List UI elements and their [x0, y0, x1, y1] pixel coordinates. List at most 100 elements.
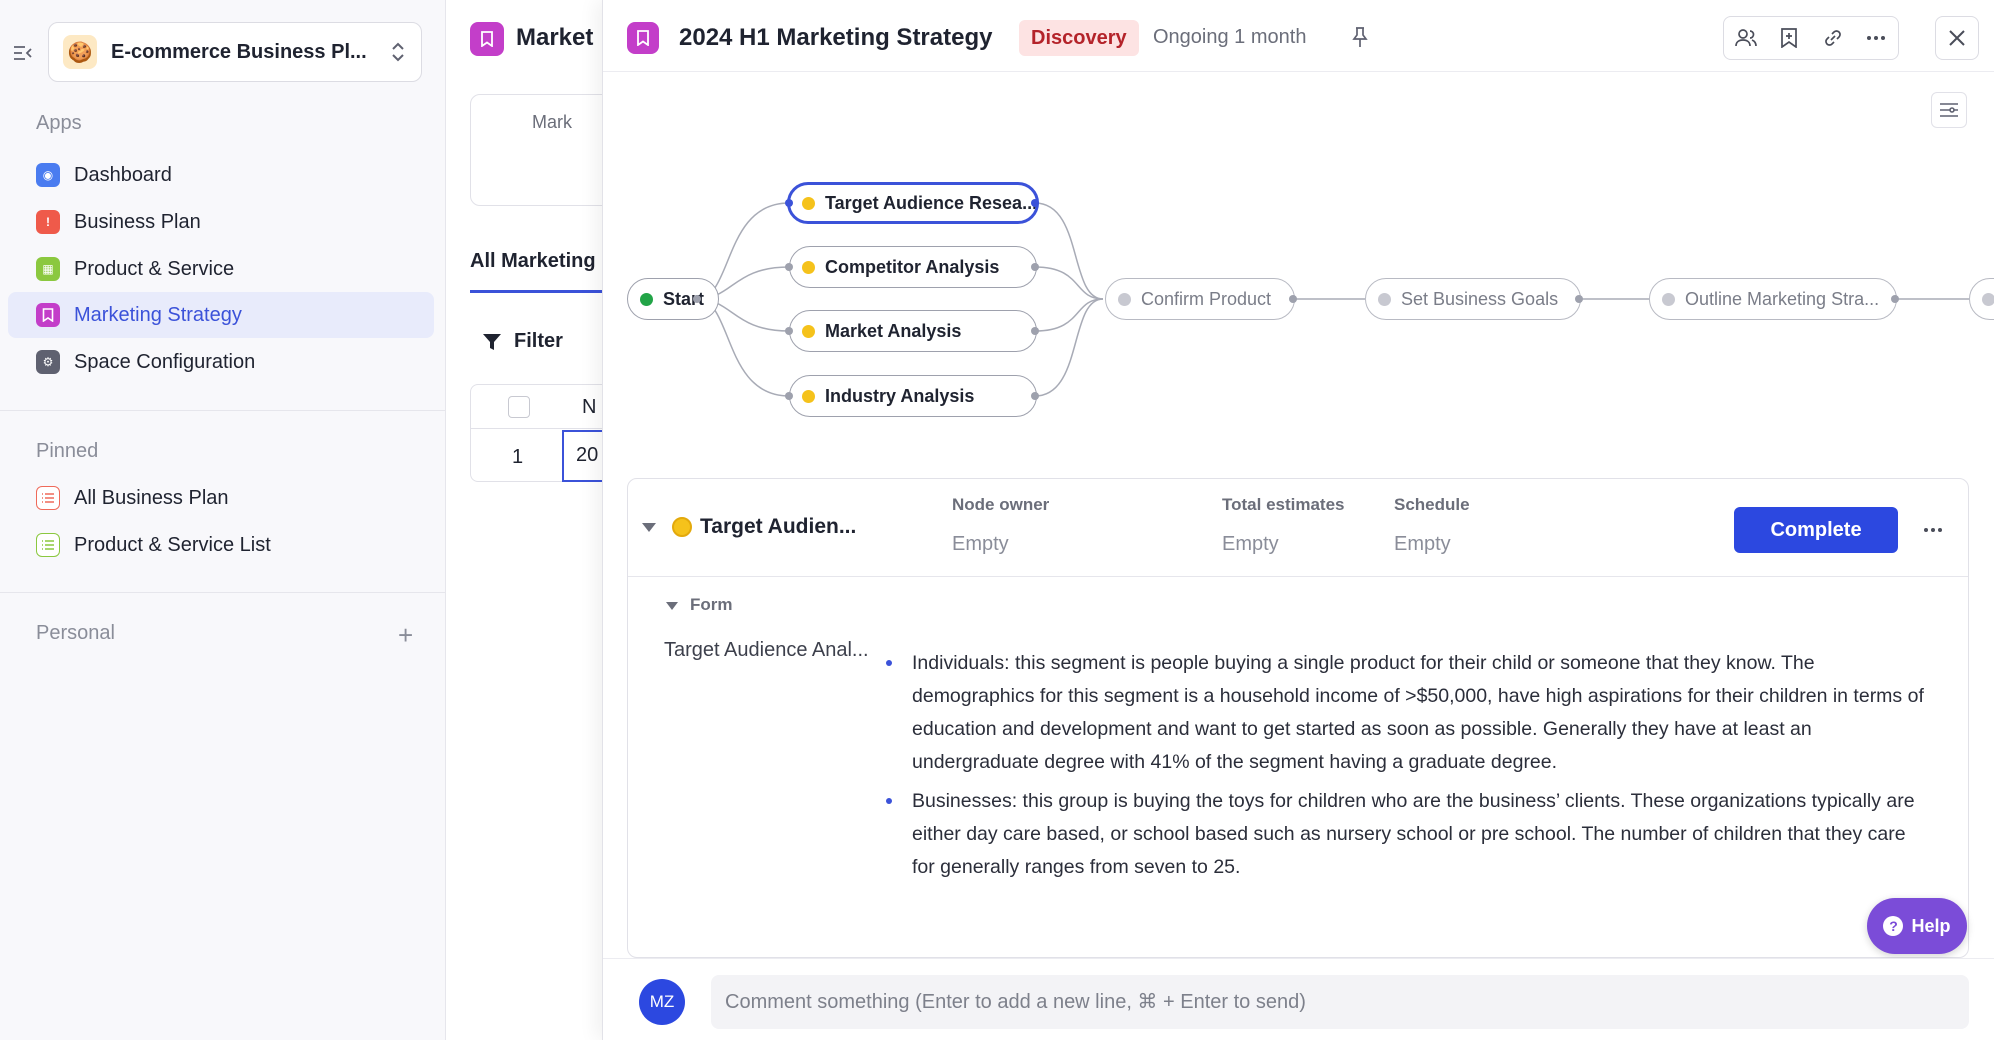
node-name: Target Audien...	[700, 515, 857, 538]
schedule-value[interactable]: Empty	[1394, 533, 1451, 556]
dashboard-icon: ◉	[36, 163, 60, 187]
sidebar-item-label: Product & Service List	[74, 533, 271, 556]
business-plan-icon: !	[36, 210, 60, 234]
table-row-number: 1	[512, 446, 524, 468]
sidebar-item-business-plan[interactable]: ! Business Plan	[8, 199, 434, 245]
node-detail-header: Target Audien... Node owner Empty Total …	[628, 479, 1968, 577]
node-owner-value[interactable]: Empty	[952, 533, 1009, 556]
sidebar-item-product-service-list[interactable]: Product & Service List	[8, 522, 434, 568]
help-label: Help	[1911, 915, 1951, 936]
node-owner-label: Node owner	[952, 495, 1050, 514]
filter-button[interactable]: Filter	[482, 330, 563, 353]
status-dot	[802, 389, 815, 403]
filter-icon	[483, 333, 501, 350]
flow-node-market-analysis[interactable]: Market Analysis	[789, 310, 1037, 352]
schedule-label: Schedule	[1394, 495, 1470, 514]
total-estimates-label: Total estimates	[1222, 495, 1345, 514]
node-port	[1031, 392, 1039, 400]
node-label: Industry Analysis	[825, 385, 975, 406]
form-collapse-caret-icon[interactable]	[666, 602, 678, 610]
sidebar-item-label: Marketing Strategy	[74, 303, 242, 326]
personal-section-label: Personal	[36, 622, 115, 644]
sidebar-item-product-service[interactable]: ▦ Product & Service	[8, 246, 434, 292]
flow-node-competitor-analysis[interactable]: Competitor Analysis	[789, 246, 1037, 288]
space-switcher[interactable]: 🍪 E-commerce Business Pl...	[48, 22, 422, 82]
table-cell[interactable]: 20	[562, 430, 606, 482]
sidebar-item-all-business-plan[interactable]: All Business Plan	[8, 475, 434, 521]
summary-card-text: Mark	[532, 112, 572, 132]
node-port	[785, 263, 793, 271]
status-dot	[1118, 292, 1131, 306]
flow-node-start[interactable]: Start	[627, 278, 719, 320]
table-row-divider	[470, 428, 606, 429]
active-tab-indicator	[470, 290, 606, 293]
sidebar-item-label: Dashboard	[74, 163, 172, 186]
node-port	[1289, 295, 1297, 303]
sidebar-divider	[0, 410, 446, 411]
node-port	[1031, 327, 1039, 335]
bookmark-icon	[36, 303, 60, 327]
tab-all-marketing[interactable]: All Marketing	[470, 250, 596, 273]
apps-section-label: Apps	[36, 112, 82, 134]
node-label: Market Analysis	[825, 320, 962, 341]
bookmark-icon	[470, 22, 504, 56]
status-dot	[802, 260, 815, 274]
form-field-label: Target Audience Anal...	[664, 639, 869, 661]
sidebar-item-label: Business Plan	[74, 210, 201, 233]
help-icon: ?	[1883, 916, 1904, 936]
status-dot	[1662, 292, 1675, 306]
filter-label: Filter	[514, 330, 563, 352]
sidebar-item-label: Product & Service	[74, 257, 235, 280]
node-port	[785, 327, 793, 335]
comment-bar: MZ	[603, 958, 1994, 1040]
sidebar-divider	[0, 592, 446, 593]
node-label: Competitor Analysis	[825, 256, 1000, 277]
sidebar-item-label: All Business Plan	[74, 486, 229, 509]
list-item: Businesses: this group is buying the toy…	[880, 785, 1930, 884]
comment-input[interactable]	[711, 975, 1969, 1029]
sidebar-item-label: Space Configuration	[74, 350, 256, 373]
form-field-value[interactable]: Individuals: this segment is people buyi…	[880, 647, 1930, 890]
node-port	[1031, 263, 1039, 271]
node-port	[785, 392, 793, 400]
marketing-list-view: Market Mark All Marketing Filter N 1 20	[446, 0, 606, 1040]
chevron-updown-icon	[392, 42, 404, 62]
more-horizontal-icon	[1924, 528, 1942, 532]
sidebar-item-dashboard[interactable]: ◉ Dashboard	[8, 152, 434, 198]
form-section-label: Form	[690, 595, 733, 614]
select-all-checkbox[interactable]	[508, 396, 530, 418]
avatar: MZ	[639, 979, 685, 1025]
flow-node-target-audience[interactable]: Target Audience Resea...	[787, 182, 1039, 224]
add-personal-icon[interactable]: +	[398, 622, 413, 648]
flow-node-set-business-goals[interactable]: Set Business Goals	[1365, 278, 1581, 320]
space-name: E-commerce Business Pl...	[111, 40, 367, 63]
sidebar-item-space-configuration[interactable]: ⚙ Space Configuration	[8, 339, 434, 385]
total-estimates-value[interactable]: Empty	[1222, 533, 1279, 556]
collapse-sidebar-icon[interactable]	[12, 42, 34, 64]
space-emoji-icon: 🍪	[63, 35, 97, 69]
summary-card[interactable]	[470, 94, 606, 206]
node-label: Target Audience Resea...	[825, 192, 1038, 213]
list-icon	[36, 486, 60, 510]
status-dot	[640, 292, 653, 306]
flow-node-industry-analysis[interactable]: Industry Analysis	[789, 375, 1037, 417]
pinned-section-label: Pinned	[36, 440, 99, 462]
help-button[interactable]: ? Help	[1867, 898, 1967, 954]
grid-icon: ▦	[36, 257, 60, 281]
node-port	[693, 295, 701, 303]
sidebar-item-marketing-strategy[interactable]: Marketing Strategy	[8, 292, 434, 338]
list-icon	[36, 533, 60, 557]
sidebar: 🍪 E-commerce Business Pl... Apps ◉ Dashb…	[0, 0, 446, 1040]
node-more-button[interactable]	[1918, 515, 1948, 545]
node-port	[1031, 199, 1039, 207]
node-label: Set Business Goals	[1401, 288, 1559, 309]
flow-node-confirm-product[interactable]: Confirm Product	[1105, 278, 1295, 320]
flow-node-outline-marketing-strategy[interactable]: Outline Marketing Stra...	[1649, 278, 1897, 320]
list-title: Market	[516, 24, 594, 51]
complete-button[interactable]: Complete	[1734, 507, 1898, 553]
collapse-caret-icon[interactable]	[642, 523, 656, 532]
node-detail-panel: Target Audien... Node owner Empty Total …	[627, 478, 1969, 958]
table-column-header: N	[582, 396, 597, 418]
gear-icon: ⚙	[36, 350, 60, 374]
status-dot	[1982, 292, 1994, 306]
